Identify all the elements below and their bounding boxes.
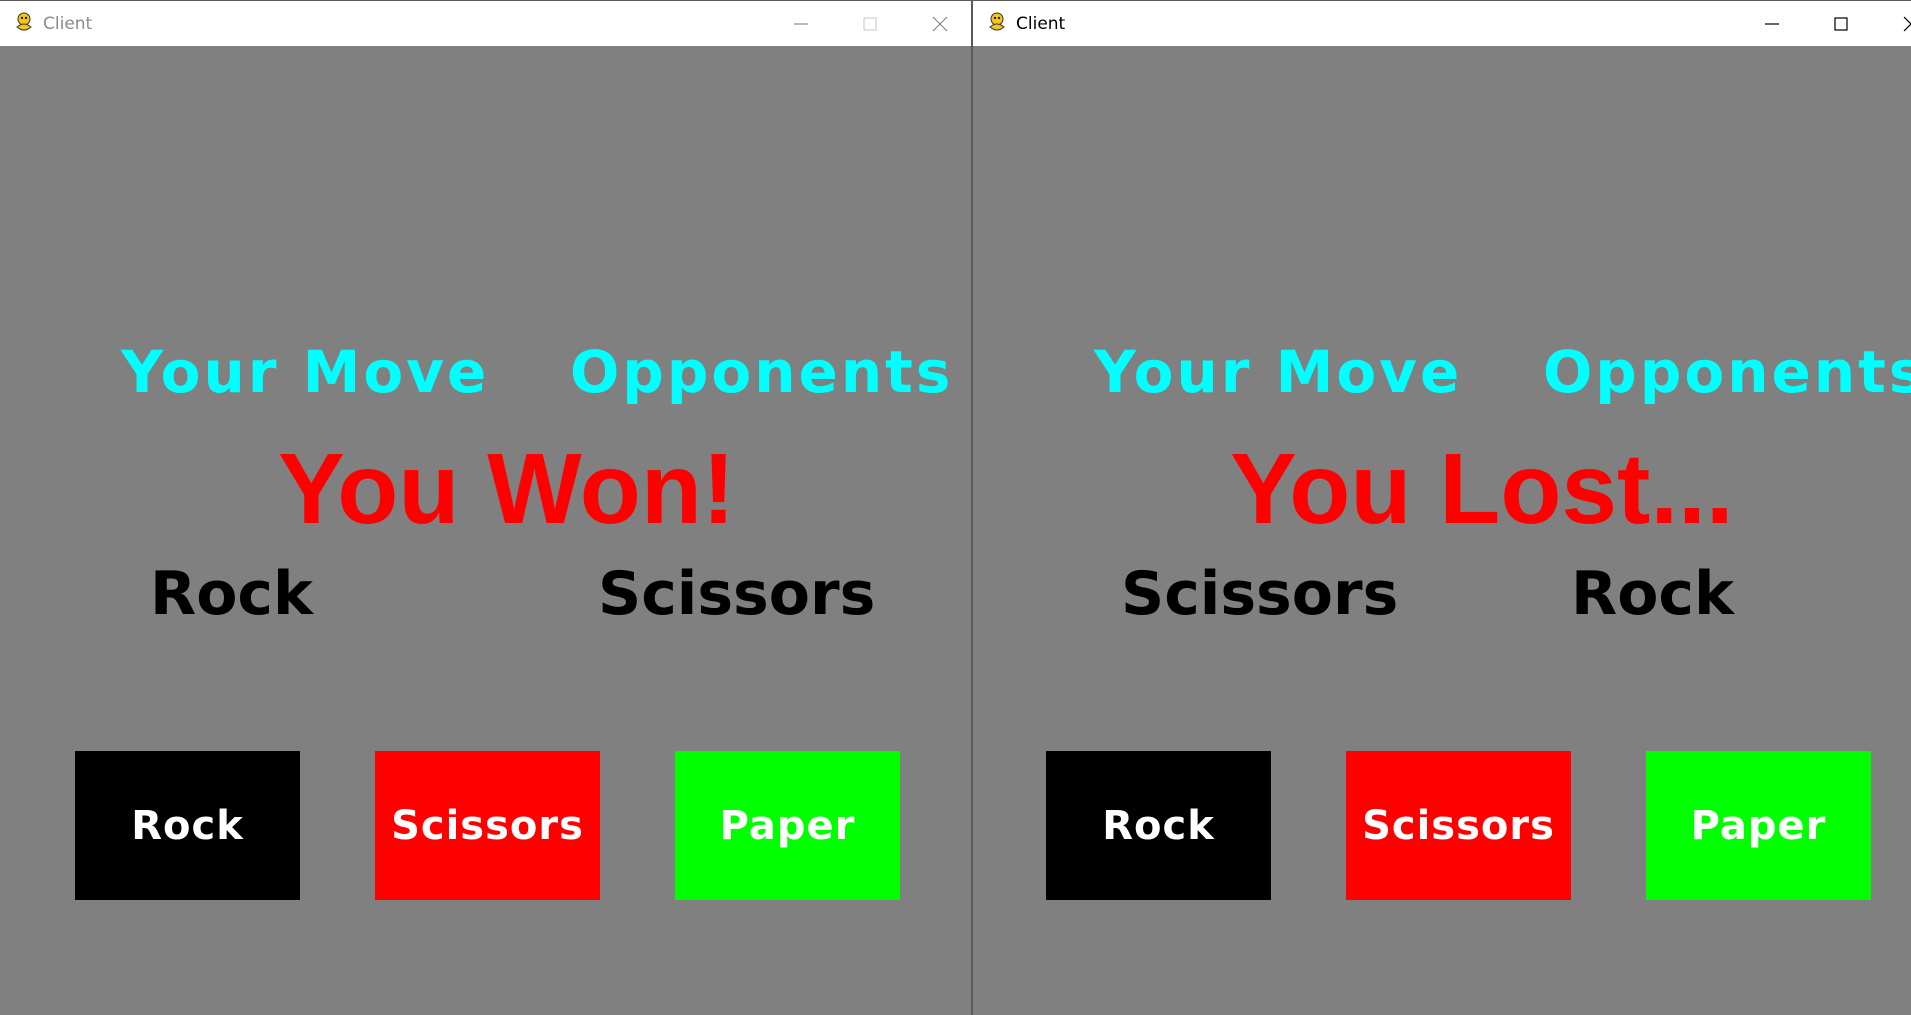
your-move-choice: Rock [150, 559, 313, 629]
rock-button[interactable]: Rock [75, 751, 300, 900]
client-window-right: Client Your Move Opponents You Lost... S… [973, 0, 1911, 1015]
window-title: Client [1016, 14, 1066, 34]
opponents-heading: Opponents [1543, 338, 1911, 406]
minimize-icon [794, 23, 808, 25]
your-move-choice: Scissors [1121, 559, 1399, 629]
title-bar[interactable]: Client [973, 0, 1911, 46]
close-icon [932, 16, 948, 32]
maximize-button[interactable] [1811, 1, 1871, 47]
opponents-heading: Opponents [570, 338, 954, 406]
opponent-move-choice: Rock [1571, 559, 1734, 629]
your-move-heading: Your Move [1094, 338, 1463, 406]
your-move-heading: Your Move [121, 338, 490, 406]
pygame-snake-icon [12, 11, 36, 35]
rock-button[interactable]: Rock [1046, 751, 1271, 900]
paper-button[interactable]: Paper [675, 751, 900, 900]
maximize-icon [1834, 17, 1848, 31]
result-text: You Won! [278, 433, 736, 545]
maximize-button[interactable] [840, 1, 900, 47]
close-button[interactable] [1881, 1, 1911, 47]
minimize-button[interactable] [771, 1, 831, 47]
maximize-icon [863, 17, 877, 31]
result-text: You Lost... [1230, 433, 1734, 545]
minimize-button[interactable] [1742, 1, 1802, 47]
minimize-icon [1765, 23, 1779, 25]
window-title: Client [43, 14, 93, 34]
opponent-move-choice: Scissors [598, 559, 876, 629]
scissors-button[interactable]: Scissors [1346, 751, 1571, 900]
title-bar[interactable]: Client [0, 0, 971, 46]
paper-button[interactable]: Paper [1646, 751, 1871, 900]
close-button[interactable] [910, 1, 970, 47]
scissors-button[interactable]: Scissors [375, 751, 600, 900]
pygame-snake-icon [985, 11, 1009, 35]
client-window-left: Client Your Move Opponents You Won! Rock… [0, 0, 973, 1015]
close-icon [1903, 16, 1911, 32]
